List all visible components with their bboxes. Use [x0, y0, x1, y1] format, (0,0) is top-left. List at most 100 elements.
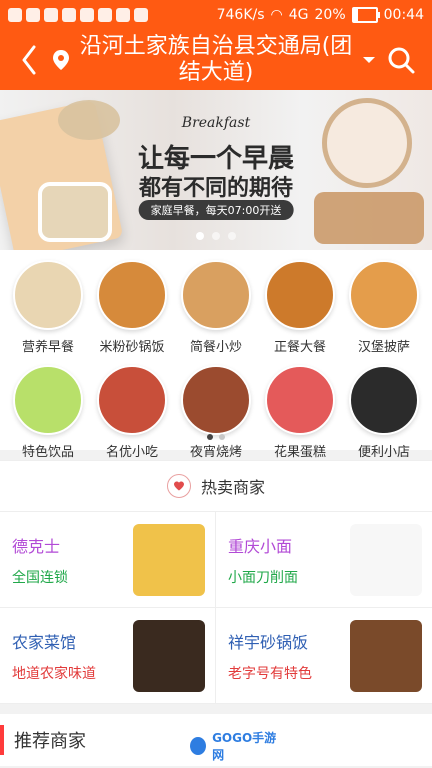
- promo-banner[interactable]: Breakfast 让每一个早晨 都有不同的期待 家庭早餐，每天07:00开送: [0, 90, 432, 250]
- location-icon: [134, 8, 148, 22]
- category-item[interactable]: 营养早餐: [6, 260, 90, 355]
- category-pagination: [207, 434, 225, 440]
- banner-pill-text: 家庭早餐，每天07:00开送: [138, 200, 294, 220]
- wifi-icon: ◠: [270, 7, 283, 23]
- signal-text: 4G: [288, 7, 309, 23]
- location-pin-icon: [48, 49, 74, 71]
- merchant-image: [133, 523, 205, 596]
- shield-icon: [80, 8, 94, 22]
- hot-merchants-header: 热卖商家: [0, 460, 432, 512]
- chevron-left-icon: [22, 45, 36, 75]
- category-label: 营养早餐: [21, 340, 74, 355]
- battery-fill: [353, 9, 359, 21]
- location-title-line1: 沿河土家族自治县交通局(团: [79, 34, 353, 59]
- merchant-card[interactable]: 德克士 全国连锁: [0, 512, 216, 608]
- merchant-card[interactable]: 重庆小面 小面刀削面: [216, 512, 432, 608]
- merchant-name: 德克士: [12, 536, 61, 556]
- back-button[interactable]: [10, 41, 48, 79]
- category-label: 米粉砂锅饭: [99, 340, 165, 355]
- category-label: 夜宵烧烤: [189, 445, 242, 460]
- category-label: 简餐小炒: [189, 340, 242, 355]
- banner-dot-1: [196, 232, 204, 240]
- category-label: 正餐大餐: [273, 340, 326, 355]
- clock: 00:44: [383, 7, 424, 23]
- recommended-title: 推荐商家: [14, 731, 86, 752]
- status-left-icons: [8, 8, 148, 22]
- search-button[interactable]: [380, 39, 422, 81]
- merchant-name: 重庆小面: [228, 536, 293, 556]
- category-image: [349, 260, 419, 330]
- category-item[interactable]: 特色饮品: [6, 365, 90, 460]
- status-bar: 746K/s ◠ 4G 20% 00:44: [0, 0, 432, 30]
- category-image: [181, 365, 251, 435]
- banner-dot-3: [228, 232, 236, 240]
- merchant-card[interactable]: 祥宇砂锅饭老字号有特色: [216, 608, 432, 704]
- merchant-name: 农家菜馆: [12, 632, 77, 652]
- merchant-grid: 德克士全国连锁 重庆小面小面刀削面农家菜馆地道农家味道 祥宇砂锅饭老字号有特色: [0, 512, 432, 704]
- chat-icon: [26, 8, 40, 22]
- category-image: [97, 260, 167, 330]
- category-label: 名优小吃: [105, 445, 158, 460]
- category-item[interactable]: 简餐小炒: [174, 260, 258, 355]
- category-image: [265, 365, 335, 435]
- category-grid: 营养早餐 米粉砂锅饭 简餐小炒 正餐大餐 汉堡披萨特色饮品 名优小吃 夜宵烧烤 花果蛋糕 便利小…: [0, 260, 432, 460]
- category-image: [97, 365, 167, 435]
- merchant-image: [133, 619, 205, 692]
- watermark-logo: [190, 737, 207, 755]
- status-right: 746K/s ◠ 4G 20% 00:44: [217, 7, 424, 23]
- category-grid-section: 营养早餐 米粉砂锅饭 简餐小炒 正餐大餐 汉堡披萨特色饮品 名优小吃 夜宵烧烤 花果蛋糕 便利小…: [0, 250, 432, 460]
- merchant-tagline: 老字号有特色: [228, 665, 312, 682]
- category-image: [13, 365, 83, 435]
- network-speed: 746K/s: [216, 7, 265, 23]
- watermark: GOGO手游网: [190, 731, 280, 762]
- merchant-tagline: 地道农家味道: [12, 665, 96, 682]
- battery-percent: 20%: [314, 7, 346, 23]
- battery-icon: [351, 7, 380, 23]
- category-item[interactable]: 夜宵烧烤: [174, 365, 258, 460]
- category-page-dot-2: [219, 434, 225, 440]
- category-label: 特色饮品: [21, 445, 74, 460]
- location-title[interactable]: 沿河土家族自治县交通局(团 结大道): [74, 34, 358, 86]
- merchant-text: 重庆小面 小面刀削面: [228, 533, 298, 587]
- category-item[interactable]: 汉堡披萨: [342, 260, 426, 355]
- alarm-icon: [62, 8, 76, 22]
- category-label: 花果蛋糕: [273, 445, 326, 460]
- category-item[interactable]: 名优小吃: [90, 365, 174, 460]
- category-label: 汉堡披萨: [357, 340, 410, 355]
- message-icon: [116, 8, 130, 22]
- notification-icon: [8, 8, 22, 22]
- category-item[interactable]: 米粉砂锅饭: [90, 260, 174, 355]
- merchant-text: 祥宇砂锅饭老字号有特色: [228, 629, 312, 683]
- merchant-image: [350, 619, 422, 692]
- category-item[interactable]: 便利小店: [342, 365, 426, 460]
- merchant-tagline: 小面刀削面: [228, 569, 298, 586]
- banner-subheadline: 都有不同的期待: [138, 176, 293, 201]
- storage-icon: [44, 8, 58, 22]
- location-title-line2: 结大道): [178, 60, 254, 85]
- category-image: [13, 260, 83, 330]
- category-image: [349, 365, 419, 435]
- category-image: [181, 260, 251, 330]
- image-icon: [98, 8, 112, 22]
- heart-icon: [166, 474, 191, 498]
- category-page-dot-1: [207, 434, 213, 440]
- category-item[interactable]: 正餐大餐: [258, 260, 342, 355]
- category-item[interactable]: 花果蛋糕: [258, 365, 342, 460]
- merchant-name: 祥宇砂锅饭: [228, 632, 309, 652]
- top-header: 沿河土家族自治县交通局(团 结大道): [0, 30, 432, 90]
- merchant-tagline: 全国连锁: [12, 569, 68, 586]
- banner-dot-2: [212, 232, 220, 240]
- banner-pagination: [196, 232, 236, 240]
- hot-merchants-title: 热卖商家: [200, 478, 265, 497]
- merchant-text: 农家菜馆地道农家味道: [12, 629, 96, 683]
- merchant-text: 德克士 全国连锁: [12, 533, 68, 587]
- watermark-text: GOGO手游网: [212, 731, 277, 762]
- search-icon: [388, 47, 415, 74]
- category-label: 便利小店: [357, 445, 410, 460]
- merchant-card[interactable]: 农家菜馆地道农家味道: [0, 608, 216, 704]
- banner-english-title: Breakfast: [181, 115, 251, 131]
- category-image: [265, 260, 335, 330]
- merchant-image: [350, 523, 422, 596]
- location-dropdown-icon[interactable]: [358, 55, 380, 65]
- recommended-accent: [0, 725, 4, 755]
